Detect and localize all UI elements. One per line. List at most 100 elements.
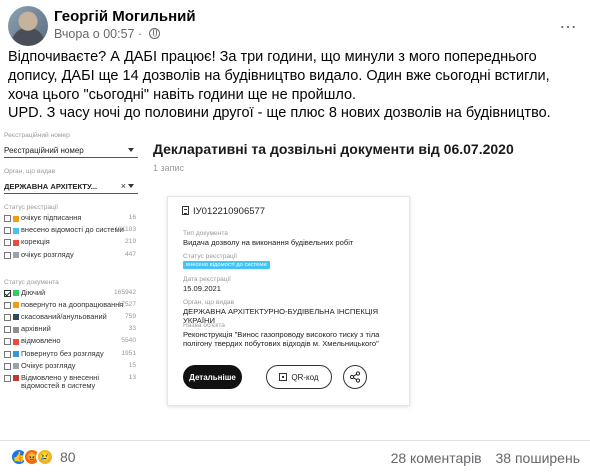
field-label: Тип документа (183, 230, 228, 237)
filter-option[interactable]: очікує підписання 16 (4, 213, 138, 224)
filter-option-label: корекція (21, 237, 50, 247)
filter-option-count: 13 (128, 373, 136, 381)
clear-icon[interactable]: × (121, 181, 126, 191)
checkbox[interactable] (4, 301, 11, 309)
document-id: ІУ012210906577 (182, 206, 265, 217)
post-meta: Вчора о 00:57 · (54, 27, 160, 41)
sad-reaction-icon: 😢 (36, 448, 54, 466)
filter-option-count: 5540 (121, 337, 136, 345)
filter-option-count: 191103 (114, 226, 136, 234)
status-color-swatch (13, 375, 19, 382)
reactions[interactable]: 👍 😡 😢 80 (10, 448, 76, 466)
filter-option-count: 15 (128, 361, 136, 369)
filter-option[interactable]: скасований/анульований 759 (4, 311, 138, 323)
checkbox[interactable] (4, 239, 11, 247)
document-type: Видача дозволу на виконання будівельних … (183, 238, 354, 247)
field-label: Орган, що видав (183, 299, 235, 306)
filter-option[interactable]: внесено відомості до системи 191103 (4, 226, 138, 236)
filter-option[interactable]: архівний 33 (4, 325, 138, 335)
registry-number-select[interactable]: Реєстраційний номер (4, 142, 138, 158)
checkbox[interactable] (4, 215, 11, 222)
filter-option[interactable]: відмовлено 5540 (4, 337, 138, 347)
results-count: 1 запис (153, 163, 185, 173)
checkbox[interactable] (4, 289, 11, 297)
filter-label: Статус документа (4, 278, 59, 286)
checkbox[interactable] (4, 227, 11, 235)
registry-status-group: Статус реєстрації очікує підписання 16 вне… (4, 204, 138, 261)
filter-option-count: 447 (124, 250, 136, 258)
reactions-count[interactable]: 80 (60, 449, 76, 465)
filter-option-count: 165942 (113, 288, 136, 296)
filter-option-label: скасований/анульований (21, 311, 107, 321)
doc-status-group: Статус документа Діючий 165942 повернуто н… (4, 279, 138, 392)
filter-option-label: Відмовлено у внесенні відомостей в систе… (21, 372, 99, 391)
filter-option-count: 17527 (117, 300, 136, 308)
status-badge: внесено відомості до системи (183, 261, 270, 269)
field-label: Статус реєстрації (183, 253, 238, 260)
share-icon (349, 371, 361, 383)
filter-option[interactable]: очікує розгляду 447 (4, 250, 138, 261)
shares-count[interactable]: 38 поширень (496, 450, 580, 466)
document-icon (182, 206, 189, 215)
status-color-swatch (13, 252, 19, 259)
share-button[interactable] (343, 365, 367, 389)
checkbox[interactable] (4, 338, 11, 346)
status-color-swatch (13, 363, 19, 370)
status-color-swatch (13, 326, 19, 333)
checkbox[interactable] (4, 313, 11, 321)
filter-option[interactable]: Очікує розгляду 15 (4, 361, 138, 372)
filter-option[interactable]: Відмовлено у внесенні відомостей в систе… (4, 372, 138, 391)
status-color-swatch (13, 351, 19, 357)
checkbox[interactable] (4, 251, 11, 259)
filter-option-count: 759 (124, 312, 136, 320)
post-image[interactable]: Реєстраційний номер Реєстраційний номер … (0, 126, 590, 438)
chevron-down-icon (128, 184, 134, 188)
status-color-swatch (13, 302, 19, 309)
status-color-swatch (13, 239, 19, 246)
filter-label: Реєстраційний номер (4, 132, 70, 139)
filter-label: Орган, що видав (4, 168, 56, 175)
page-title: Декларативні та дозвільні документи від … (153, 141, 514, 157)
object-name: Реконструкція "Винос газопроводу високог… (183, 330, 380, 348)
globe-icon (148, 28, 160, 39)
filter-option[interactable]: Діючий 165942 (4, 288, 138, 299)
more-options-icon[interactable]: … (559, 12, 578, 33)
filter-option[interactable]: Повернуто без розгляду 1951 (4, 349, 138, 360)
filter-option[interactable]: повернуто на доопрацювання 17527 (4, 300, 138, 311)
filter-option-count: 219 (124, 238, 136, 246)
status-color-swatch (13, 227, 19, 234)
filter-option[interactable]: корекція 219 (4, 238, 138, 248)
document-card[interactable]: ІУ012210906577 Тип документа Видача дозв… (167, 196, 410, 406)
issuer-select[interactable]: ДЕРЖАВНА АРХІТЕКТУ... × (4, 178, 138, 194)
field-label: Назва об'єкта (183, 322, 225, 329)
registration-date: 15.09.2021 (183, 284, 222, 293)
qr-button-label: QR-код (291, 372, 319, 382)
checkbox[interactable] (4, 350, 11, 358)
checkbox[interactable] (4, 362, 11, 370)
filter-label: Статус реєстрації (4, 204, 59, 211)
status-color-swatch (13, 215, 19, 222)
filter-option-count: 33 (128, 325, 136, 333)
post-time[interactable]: Вчора о 00:57 (54, 27, 134, 41)
filter-option-count: 1951 (121, 349, 136, 357)
comments-count[interactable]: 28 коментарів (391, 450, 482, 466)
post-footer: 👍 😡 😢 80 28 коментарів 38 поширень (0, 440, 590, 474)
qr-code-button[interactable]: QR-код (266, 365, 332, 389)
author-name[interactable]: Георгій Могильний (54, 8, 196, 25)
chevron-down-icon (128, 148, 134, 152)
post-paragraph: Відпочиваєте? А ДАБІ працює! За три годи… (8, 49, 550, 103)
filter-option-label: архівний (21, 324, 51, 334)
checkbox[interactable] (4, 326, 11, 334)
avatar[interactable] (8, 6, 48, 46)
status-color-swatch (13, 314, 19, 321)
checkbox[interactable] (4, 374, 11, 382)
post-paragraph: UPD. З часу ночі до половини другої - ще… (8, 105, 551, 122)
status-color-swatch (13, 290, 19, 297)
field-label: Дата реєстрації (183, 276, 231, 283)
filter-option-count: 16 (128, 214, 136, 221)
qr-code-icon (279, 373, 288, 381)
details-button[interactable]: Детальніше (183, 365, 242, 389)
filter-panel: Реєстраційний номер Реєстраційний номер … (4, 132, 138, 393)
filter-option-label: очікує підписання (21, 213, 82, 222)
status-color-swatch (13, 338, 19, 345)
